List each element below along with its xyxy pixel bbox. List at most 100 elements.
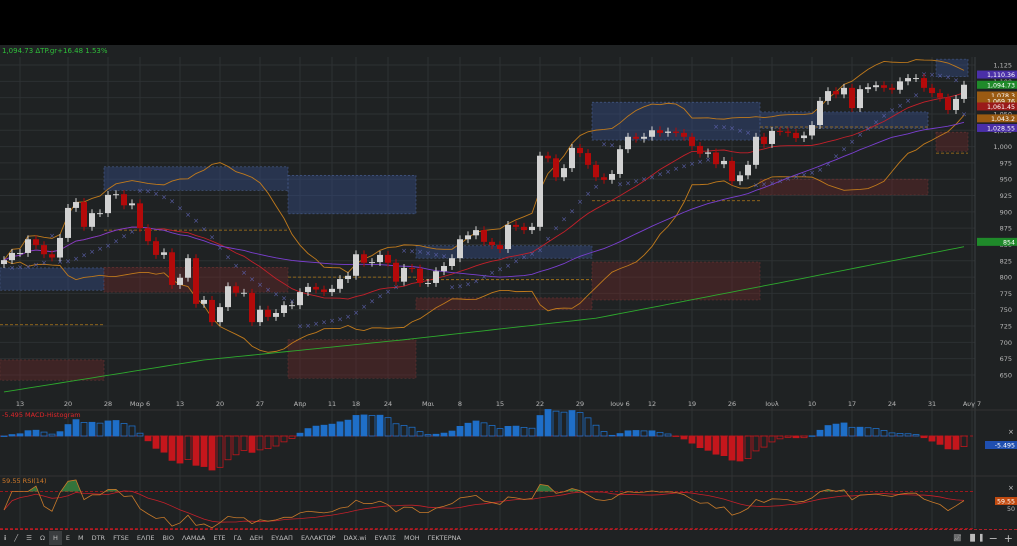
toolbar-symbol-button[interactable]: ΓΕΚΤΕΡΝΑ [424,531,465,545]
macd-bar [776,435,784,440]
psar-marker: × [401,247,407,255]
psar-marker: × [609,141,615,149]
candle-body [545,155,551,159]
toolbar-symbol-button[interactable]: ΔΕΗ [246,531,267,545]
macd-bar [544,409,552,437]
candle-body [145,228,151,242]
rsi-label: 59.55 RSI(14) [2,477,47,485]
candle-body [249,292,255,323]
psar-marker: × [873,119,879,127]
x-tick-label: Μαι [422,400,434,408]
candle [65,204,71,242]
psar-marker: × [785,175,791,183]
toolbar-symbol-button[interactable]: ΛΑΜΔΑ [178,531,209,545]
zoom-in-icon[interactable]: + [1004,532,1013,545]
draw-line-icon[interactable]: ╱ [10,531,22,545]
candle-body [313,286,319,290]
candle-body [905,78,911,82]
macd-bar [72,419,80,437]
toolbar-symbol-button[interactable]: ΕΥΑΠΣ [371,531,401,545]
candle-body [49,254,55,258]
macd-bar [936,435,944,445]
rsi-close-icon[interactable]: × [1008,484,1014,492]
psar-marker: × [961,110,967,118]
toolbar-symbol-button[interactable]: ΕΛΛΑΚΤΩΡ [297,531,340,545]
macd-bar [920,435,928,439]
macd-bar [128,425,136,437]
toolbar-symbol-button[interactable]: Ε [62,531,74,545]
quote-summary: 1,094.73 ΔTP.gr+16.48 1.53% [2,47,108,55]
psar-marker: × [225,254,231,262]
macd-bar [760,435,768,448]
psar-marker: × [361,303,367,311]
macd-bar [352,415,360,437]
psar-marker: × [473,278,479,286]
macd-bar [896,432,904,437]
zoom-out-icon[interactable]: − [989,532,998,545]
toolbar-symbol-button[interactable]: Ω [36,531,49,545]
psar-marker: × [641,176,647,184]
macd-bar [688,435,696,444]
toolbar-symbol-button[interactable]: DTR [88,531,110,545]
candle-body [401,267,407,282]
toolbar-symbol-button[interactable]: DAX.wi [340,531,371,545]
macd-close-icon[interactable]: × [1008,428,1014,436]
macd-bar [120,423,128,437]
candle-body [25,239,31,253]
candle-body [177,277,183,285]
candle-body [529,226,535,231]
psar-marker: × [929,71,935,79]
toolbar-symbol-button[interactable]: ΓΔ [230,531,246,545]
toolbar-symbol-button[interactable]: ΕΤΕ [209,531,229,545]
layout-icon[interactable]: ☰ [22,531,36,545]
candle-body [617,149,623,174]
macd-bar [88,421,96,437]
chart-area[interactable]: 6506757007257507758008258508759009259509… [0,45,1017,529]
macd-bar [360,414,368,437]
psar-marker: × [625,180,631,188]
psar-marker: × [201,226,207,234]
macd-bar [200,435,208,467]
price-label: 1,110.36 [987,72,1015,79]
x-tick-label: Ιουλ [765,400,779,408]
psar-marker: × [337,315,343,323]
macd-bar [944,435,952,450]
demand-zone [0,359,105,381]
toolbar-symbol-button[interactable]: Η [48,531,62,545]
macd-bar [632,430,640,437]
macd-bar [520,426,528,437]
psar-marker: × [73,255,79,263]
candle [505,220,511,253]
psar-marker: × [305,322,311,330]
psar-marker: × [241,269,247,277]
y-tick-label: 675 [1000,355,1012,363]
toolbar-symbol-button[interactable]: FTSE [109,531,133,545]
x-tick-label: 26 [728,400,736,408]
toolbar-symbol-button[interactable]: ΒΙΟ [158,531,178,545]
psar-marker: × [953,76,959,84]
psar-marker: × [49,232,55,240]
candle-body [697,145,703,154]
candle-body [433,271,439,283]
toolbar-symbol-button[interactable]: ΕΥΔΑΠ [267,531,297,545]
info-icon[interactable]: i [0,531,10,545]
toolbar-symbol-button[interactable]: ΜΟΗ [400,531,424,545]
candle-body [337,279,343,289]
bars-icon[interactable]: ▐▌▐ [968,534,983,542]
psar-marker: × [761,181,767,189]
macd-bar [488,425,496,437]
psar-marker: × [601,140,607,148]
macd-bar [832,423,840,437]
toolbar-symbol-button[interactable]: Μ [74,531,88,545]
macd-bar [648,430,656,437]
chart-canvas[interactable]: 6506757007257507758008258508759009259509… [0,45,1017,529]
psar-marker: × [753,182,759,190]
toolbar-symbol-button[interactable]: ΕΛΠΕ [133,531,159,545]
candle-body [297,292,303,306]
macd-bar [448,430,456,437]
psar-marker: × [801,171,807,179]
candle-body [801,135,807,139]
chart-type-icon[interactable]: 📈︎ [953,534,961,542]
candle-body [17,252,23,254]
psar-marker: × [41,259,47,267]
